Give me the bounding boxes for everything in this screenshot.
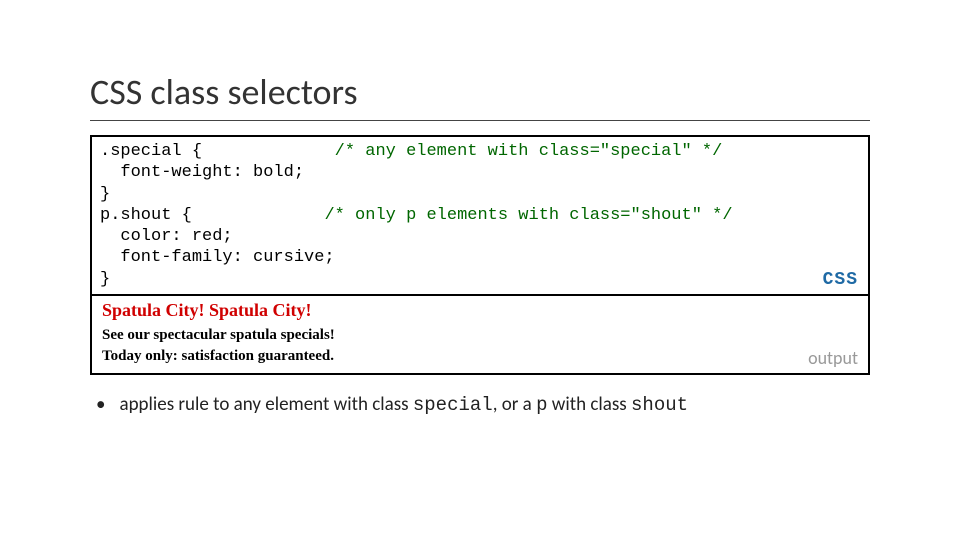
code-line: } (100, 270, 110, 289)
code-line: font-family: cursive; (100, 248, 335, 267)
output-block: Spatula City! Spatula City! See our spec… (90, 294, 870, 375)
code-label-css: CSS (823, 269, 858, 292)
bullet-dot-icon: • (96, 393, 105, 416)
output-line: See our spectacular spatula specials! (102, 327, 858, 344)
code-line: .special { /* any element with class="sp… (100, 142, 722, 161)
output-label: output (808, 347, 858, 369)
output-line: Today only: satisfaction guaranteed. (102, 348, 858, 365)
css-code-block: .special { /* any element with class="sp… (90, 135, 870, 296)
bullet-point: • applies rule to any element with class… (90, 393, 870, 416)
bullet-text: applies rule to any element with class s… (119, 393, 688, 416)
code-line: p.shout { /* only p elements with class=… (100, 206, 733, 225)
output-shout-line: Spatula City! Spatula City! (102, 300, 858, 321)
slide-title: CSS class selectors (90, 70, 870, 121)
code-line: } (100, 185, 110, 204)
code-line: font-weight: bold; (100, 163, 304, 182)
code-line: color: red; (100, 227, 233, 246)
